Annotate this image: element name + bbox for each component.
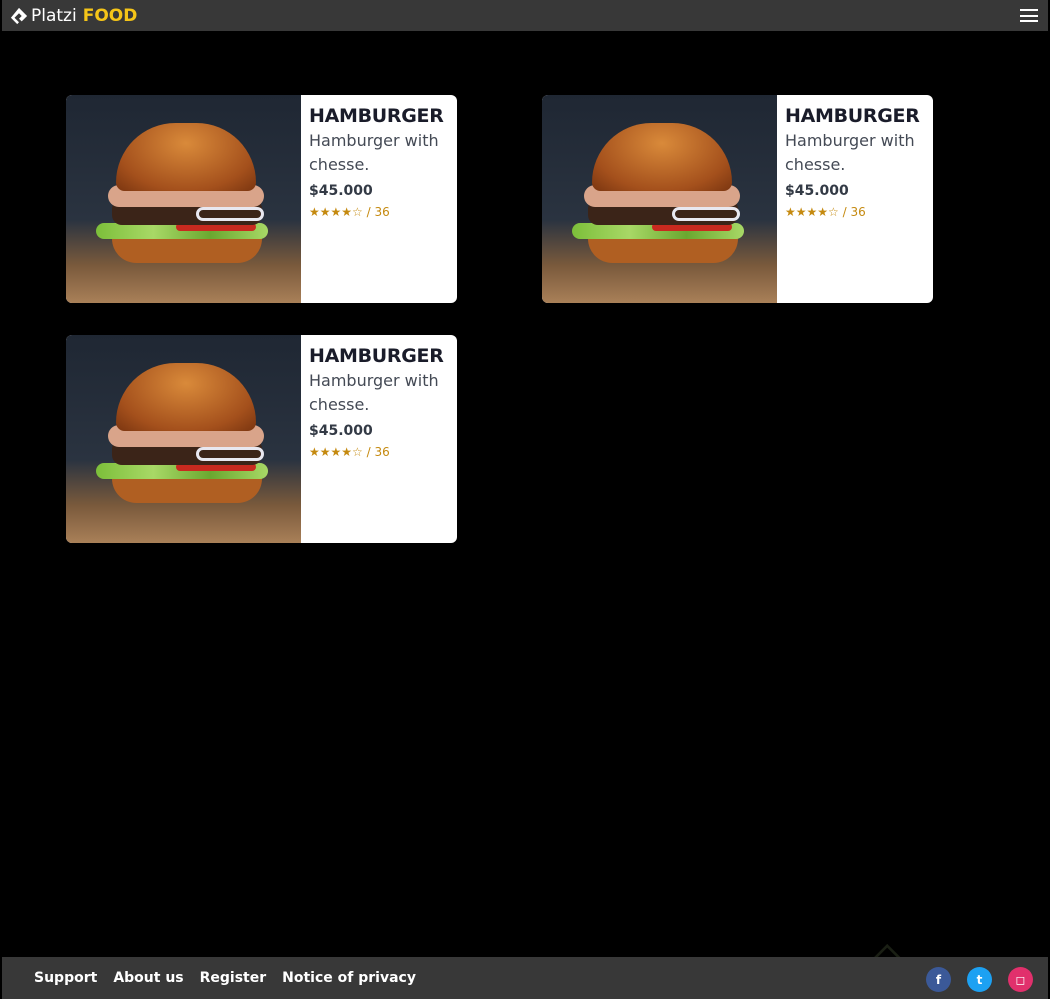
product-price: $45.000 (309, 183, 373, 199)
rating-count: / 36 (842, 205, 866, 219)
product-card[interactable]: HAMBURGER Hamburger with chesse. $45.000… (542, 95, 933, 303)
logo-accent: FOOD (82, 5, 138, 26)
logo[interactable]: Platzi FOOD (10, 6, 137, 26)
product-title: HAMBURGER (309, 105, 444, 127)
product-image (66, 335, 301, 543)
star-rating-icon: ★★★★☆ (309, 205, 363, 219)
footer: Support About us Register Notice of priv… (2, 957, 1048, 999)
rating-count: / 36 (366, 445, 390, 459)
footer-link-support[interactable]: Support (34, 970, 97, 986)
product-rating: ★★★★☆ / 36 (785, 205, 925, 219)
footer-link-register[interactable]: Register (200, 970, 267, 986)
product-rating: ★★★★☆ / 36 (309, 445, 449, 459)
footer-link-privacy[interactable]: Notice of privacy (282, 970, 416, 986)
star-rating-icon: ★★★★☆ (309, 445, 363, 459)
twitter-icon[interactable]: t (967, 967, 992, 992)
product-price: $45.000 (309, 423, 373, 439)
rating-count: / 36 (366, 205, 390, 219)
instagram-icon[interactable]: ◻ (1008, 967, 1033, 992)
top-navbar: Platzi FOOD (2, 0, 1048, 31)
logo-text: Platzi (31, 5, 77, 26)
hamburger-menu-icon[interactable] (1020, 9, 1038, 22)
product-description: Hamburger with chesse. (309, 131, 439, 174)
product-card[interactable]: HAMBURGER Hamburger with chesse. $45.000… (66, 335, 457, 543)
product-description: Hamburger with chesse. (785, 131, 915, 174)
product-price: $45.000 (785, 183, 849, 199)
platzi-logo-icon (10, 7, 28, 24)
product-image (542, 95, 777, 303)
facebook-icon[interactable]: f (926, 967, 951, 992)
product-card[interactable]: HAMBURGER Hamburger with chesse. $45.000… (66, 95, 457, 303)
star-rating-icon: ★★★★☆ (785, 205, 839, 219)
product-image (66, 95, 301, 303)
product-title: HAMBURGER (309, 345, 444, 367)
product-description: Hamburger with chesse. (309, 371, 439, 414)
footer-link-about[interactable]: About us (113, 970, 183, 986)
product-title: HAMBURGER (785, 105, 920, 127)
product-rating: ★★★★☆ / 36 (309, 205, 449, 219)
